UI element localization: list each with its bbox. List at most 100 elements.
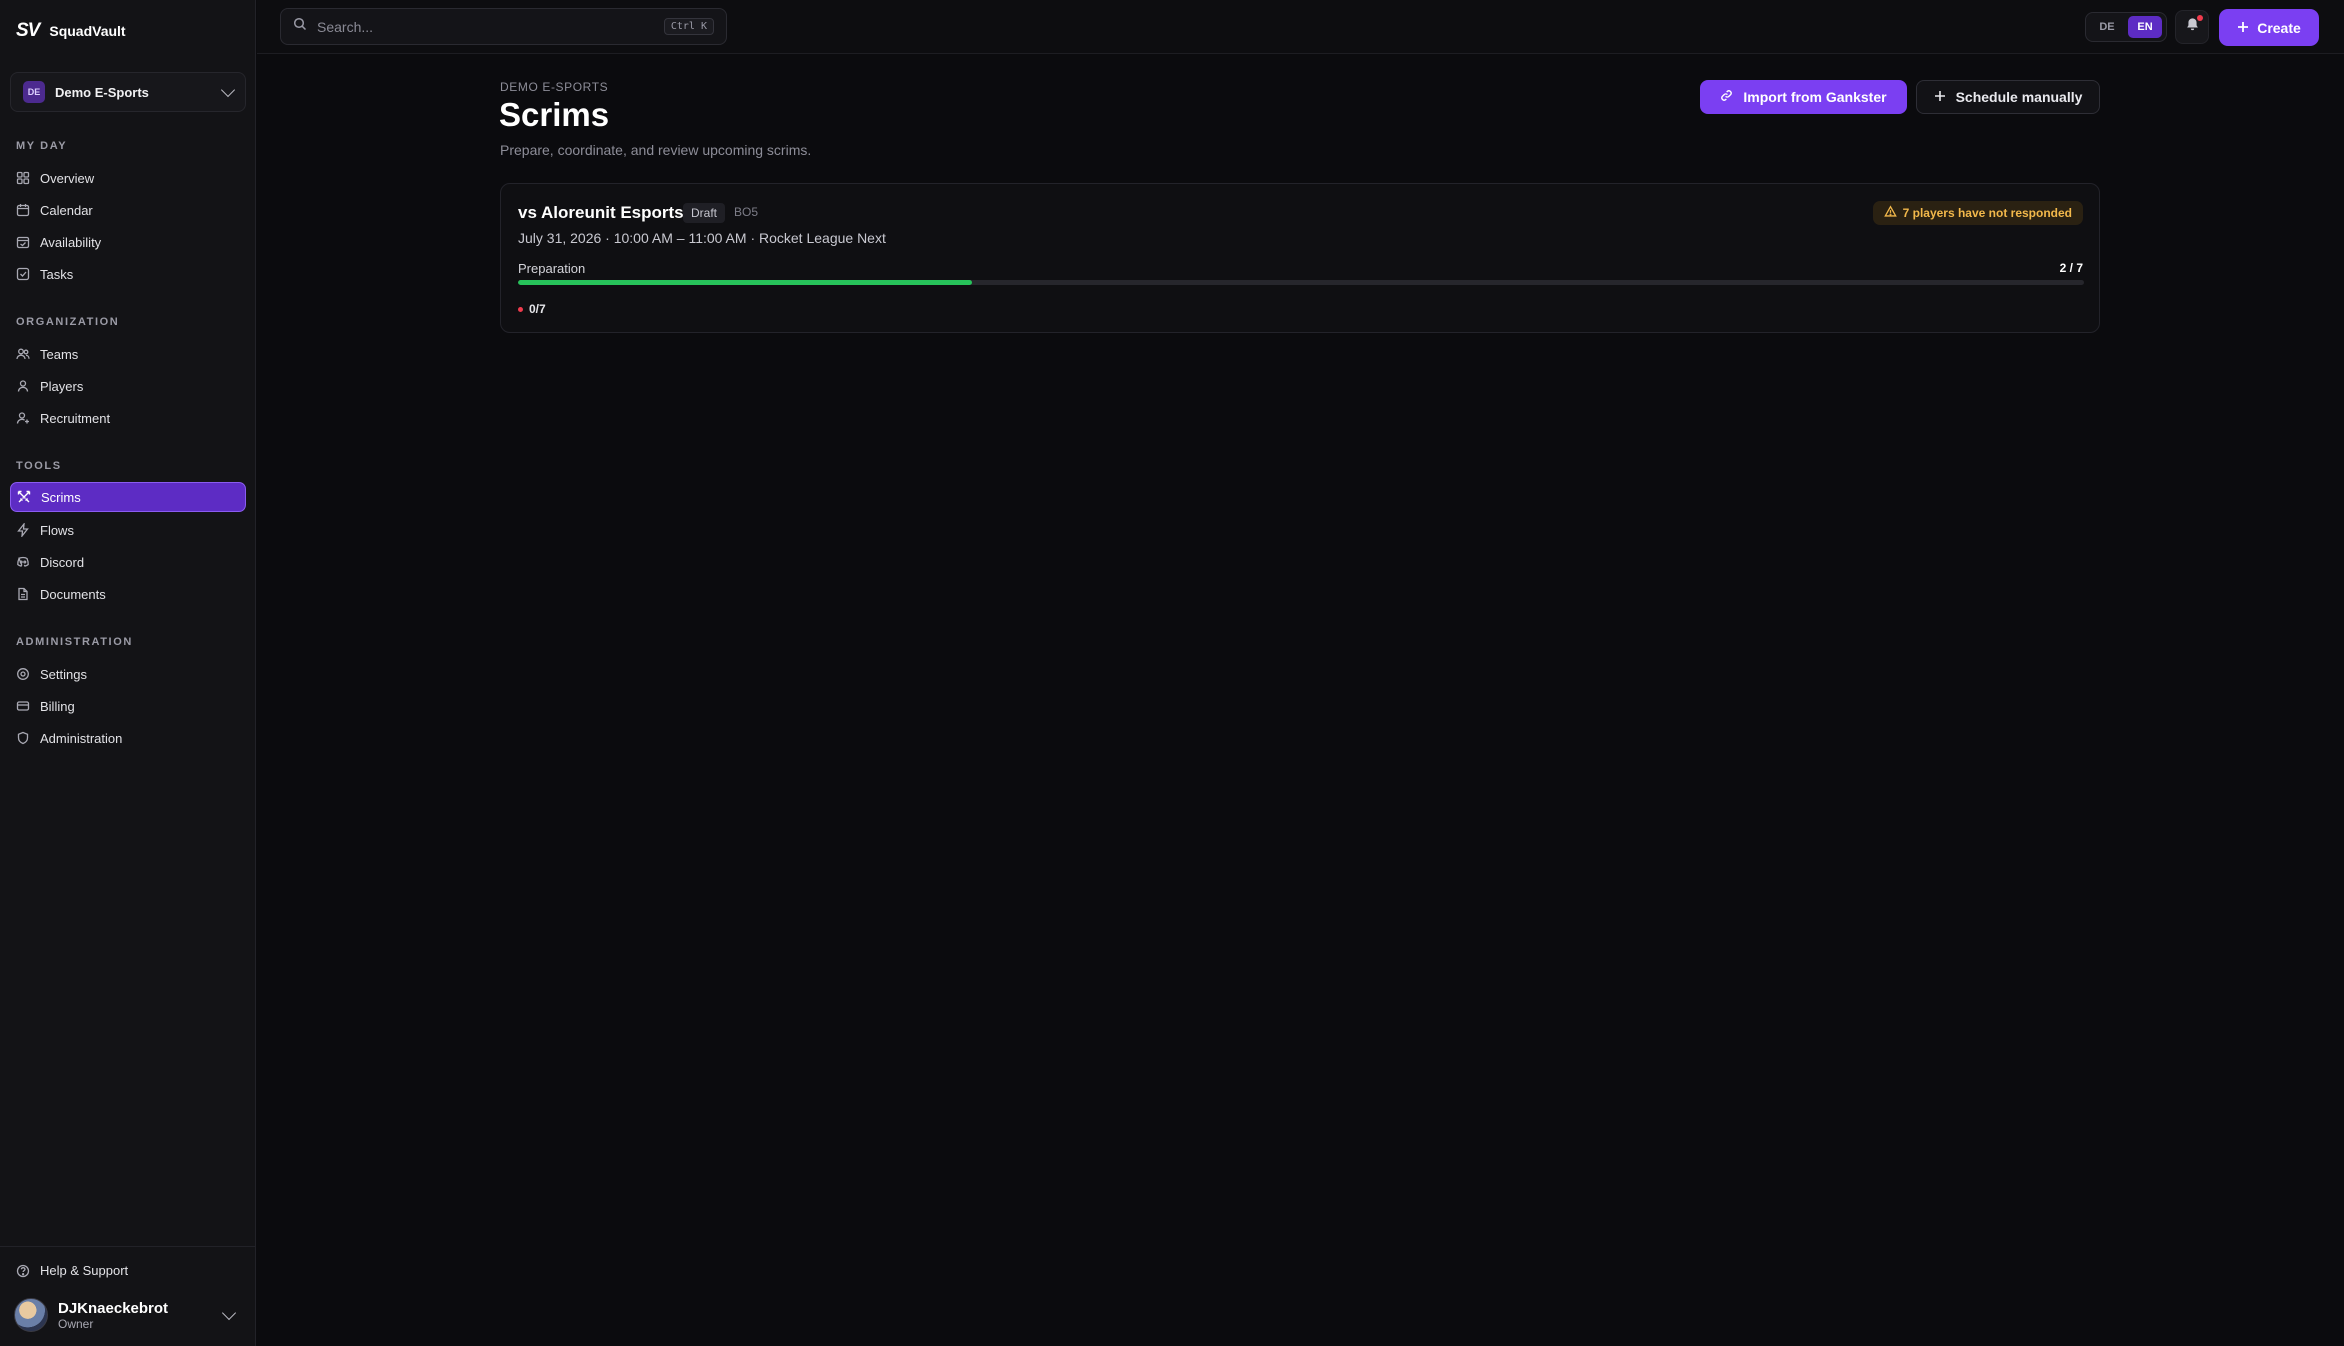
- document-icon: [16, 587, 30, 601]
- credit-card-icon: [16, 699, 30, 713]
- scrim-title: vs Aloreunit Esports: [518, 203, 684, 222]
- schedule-manually-button[interactable]: Schedule manually: [1916, 80, 2100, 114]
- search-icon: [293, 17, 307, 36]
- org-name: Demo E-Sports: [55, 84, 149, 100]
- section-label-organization: ORGANIZATION: [16, 316, 120, 328]
- sidebar-item-documents[interactable]: Documents: [10, 579, 246, 609]
- swords-icon: [17, 490, 31, 504]
- search-box[interactable]: Ctrl K: [280, 8, 727, 45]
- section-label-administration: ADMINISTRATION: [16, 636, 133, 648]
- preparation-count: 2 / 7: [2059, 261, 2083, 275]
- sidebar-item-label: Tasks: [40, 266, 74, 282]
- section-label-my-day: MY DAY: [16, 140, 68, 152]
- preparation-progress: [518, 280, 2084, 285]
- sidebar-item-label: Recruitment: [40, 410, 111, 426]
- sidebar-item-teams[interactable]: Teams: [10, 339, 246, 369]
- discord-icon: [16, 555, 30, 569]
- plus-icon: [1934, 89, 1946, 105]
- format-badge: BO5: [734, 205, 759, 219]
- import-label: Import from Gankster: [1743, 89, 1887, 105]
- brand[interactable]: SV SquadVault: [16, 20, 126, 42]
- sidebar-item-label: Calendar: [40, 202, 93, 218]
- help-support-link[interactable]: Help & Support: [16, 1263, 128, 1278]
- breadcrumb: DEMO E-SPORTS: [500, 80, 609, 94]
- scrim-card[interactable]: vs Aloreunit Esports Draft BO5 7 players…: [500, 183, 2100, 333]
- user-menu[interactable]: DJKnaeckebrot Owner: [14, 1295, 244, 1335]
- link-icon: [1720, 89, 1733, 105]
- sidebar: SV SquadVault DE Demo E-Sports MY DAY Ov…: [0, 0, 256, 1346]
- sidebar-footer: Help & Support DJKnaeckebrot Owner: [0, 1246, 256, 1346]
- preparation-label: Preparation: [518, 261, 586, 276]
- sidebar-item-billing[interactable]: Billing: [10, 691, 246, 721]
- sidebar-item-label: Settings: [40, 666, 87, 682]
- sidebar-item-scrims[interactable]: Scrims: [10, 482, 246, 512]
- sidebar-item-discord[interactable]: Discord: [10, 547, 246, 577]
- user-role: Owner: [58, 1316, 94, 1331]
- calendar-icon: [16, 203, 30, 217]
- sidebar-item-label: Administration: [40, 730, 123, 746]
- schedule-label: Schedule manually: [1955, 89, 2083, 105]
- grid-icon: [16, 171, 30, 185]
- language-switcher: DE EN: [2085, 12, 2167, 42]
- sidebar-item-settings[interactable]: Settings: [10, 659, 246, 689]
- sidebar-item-label: Discord: [40, 554, 85, 570]
- topbar: Ctrl K DE EN Create: [257, 0, 2344, 54]
- user-icon: [16, 379, 30, 393]
- chevron-down-icon: [221, 1305, 237, 1320]
- response-count: 0/7: [529, 302, 546, 316]
- page-title: Scrims: [499, 96, 610, 133]
- brand-logo: SV: [16, 20, 40, 41]
- alert-triangle-icon: [1883, 205, 1897, 221]
- sidebar-item-availability[interactable]: Availability: [10, 227, 246, 257]
- sidebar-item-label: Billing: [40, 698, 75, 714]
- sidebar-item-label: Scrims: [41, 489, 81, 505]
- notifications-button[interactable]: [2175, 10, 2209, 44]
- sidebar-item-label: Flows: [40, 522, 74, 538]
- user-plus-icon: [16, 411, 30, 425]
- sidebar-item-flows[interactable]: Flows: [10, 515, 246, 545]
- status-dot: [518, 306, 523, 312]
- brand-name: SquadVault: [49, 23, 126, 39]
- sidebar-item-label: Teams: [40, 346, 79, 362]
- import-gankster-button[interactable]: Import from Gankster: [1700, 80, 1907, 114]
- sidebar-item-administration[interactable]: Administration: [10, 723, 246, 753]
- users-icon: [16, 347, 30, 361]
- progress-fill: [518, 280, 973, 285]
- lang-en-button[interactable]: EN: [2128, 16, 2162, 38]
- response-status: 0/7: [518, 302, 546, 316]
- warning-text: 7 players have not responded: [1902, 206, 2072, 220]
- notification-dot: [2197, 15, 2203, 21]
- help-support-label: Help & Support: [40, 1263, 129, 1278]
- page-subtitle: Prepare, coordinate, and review upcoming…: [500, 142, 812, 158]
- plus-icon: [2237, 20, 2249, 36]
- search-input[interactable]: [317, 18, 654, 35]
- warning-badge: 7 players have not responded: [1872, 201, 2083, 225]
- sidebar-item-label: Overview: [40, 170, 95, 186]
- org-switcher[interactable]: DE Demo E-Sports: [10, 72, 246, 112]
- org-avatar: DE: [23, 81, 45, 103]
- avatar: [14, 1298, 48, 1332]
- sidebar-item-calendar[interactable]: Calendar: [10, 195, 246, 225]
- checkbox-icon: [16, 267, 30, 281]
- help-circle-icon: [16, 1264, 30, 1278]
- scrim-meta: July 31, 2026 · 10:00 AM – 11:00 AM · Ro…: [518, 230, 886, 246]
- sidebar-item-tasks[interactable]: Tasks: [10, 259, 246, 289]
- create-button[interactable]: Create: [2219, 9, 2319, 46]
- section-label-tools: TOOLS: [16, 460, 62, 472]
- zap-icon: [16, 523, 30, 537]
- create-label: Create: [2257, 19, 2301, 36]
- status-badge: Draft: [683, 203, 726, 223]
- sidebar-item-label: Documents: [40, 586, 106, 602]
- sidebar-item-players[interactable]: Players: [10, 371, 246, 401]
- user-name: DJKnaeckebrot: [58, 1299, 169, 1317]
- shortcut-hint: Ctrl K: [663, 18, 714, 35]
- calendar-check-icon: [16, 235, 30, 249]
- sidebar-item-recruitment[interactable]: Recruitment: [10, 403, 246, 433]
- lang-de-button[interactable]: DE: [2090, 16, 2124, 38]
- sidebar-item-label: Availability: [40, 234, 102, 250]
- gear-icon: [16, 667, 30, 681]
- chevron-down-icon: [220, 82, 236, 97]
- shield-icon: [16, 731, 30, 745]
- sidebar-item-overview[interactable]: Overview: [10, 163, 246, 193]
- sidebar-item-label: Players: [40, 378, 84, 394]
